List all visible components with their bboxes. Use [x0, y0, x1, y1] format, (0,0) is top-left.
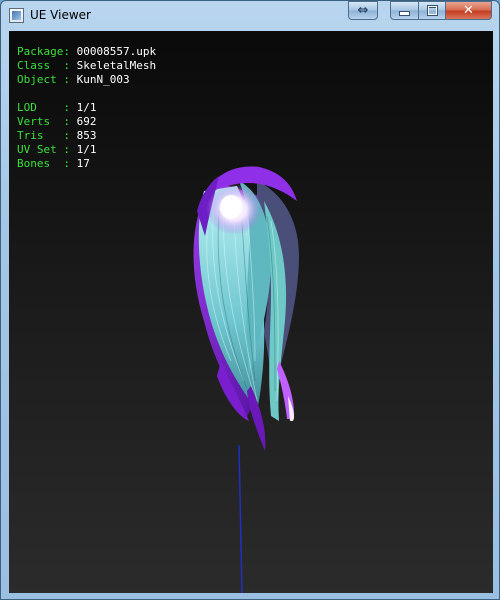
- info-row-verts: Verts : 692: [17, 115, 97, 128]
- maximize-icon: [426, 5, 438, 16]
- info-row-bones: Bones : 17: [17, 157, 90, 170]
- maximize-button[interactable]: [418, 1, 446, 20]
- app-icon[interactable]: [9, 8, 24, 23]
- restore-button[interactable]: ⇔: [348, 1, 378, 20]
- axis-line: [238, 444, 243, 593]
- info-row-uvset: UV Set : 1/1: [17, 143, 97, 156]
- info-row-object: Object : KunN_003: [17, 73, 130, 86]
- info-row-tris: Tris : 853: [17, 129, 97, 142]
- minimize-button[interactable]: [390, 1, 419, 20]
- close-icon: ✕: [463, 3, 474, 18]
- close-button[interactable]: ✕: [445, 1, 492, 20]
- minimize-icon: [399, 11, 410, 16]
- info-row-package: Package: 00008557.upk: [17, 45, 157, 58]
- info-row-class: Class : SkeletalMesh: [17, 59, 157, 72]
- info-row-lod: LOD : 1/1: [17, 101, 97, 114]
- title-bar[interactable]: UE Viewer ⇔ ✕: [1, 1, 499, 30]
- restore-icon: ⇔: [357, 3, 369, 18]
- window-title: UE Viewer: [30, 8, 91, 22]
- app-window: UE Viewer ⇔ ✕ Package: 00008557.upk Clas…: [0, 0, 500, 600]
- 3d-viewport[interactable]: Package: 00008557.upk Class : SkeletalMe…: [9, 31, 493, 593]
- mesh-info-overlay: Package: 00008557.upk Class : SkeletalMe…: [17, 45, 156, 171]
